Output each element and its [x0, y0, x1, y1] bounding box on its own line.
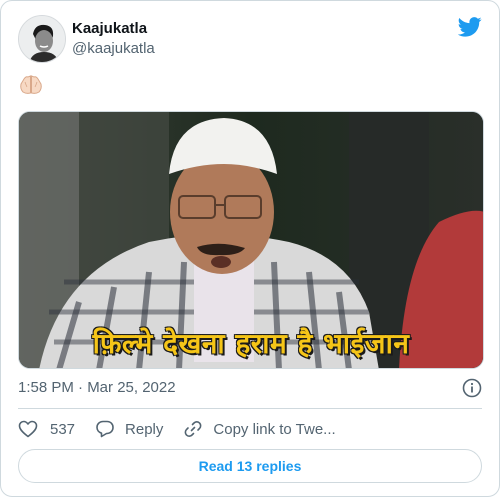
tweet-header: Kaajukatla @kaajukatla [18, 15, 482, 63]
link-icon [184, 421, 202, 437]
info-icon[interactable] [462, 378, 482, 398]
tweet-actions: 537 Reply Copy link to Twe... [18, 417, 482, 441]
reply-button[interactable]: Reply [95, 419, 163, 439]
meme-caption: फ़िल्मे देखना हराम है भाईजान [92, 327, 410, 360]
avatar[interactable] [18, 15, 66, 63]
author-name[interactable]: Kaajukatla [72, 20, 147, 37]
author-handle[interactable]: @kaajukatla [72, 40, 155, 57]
tweet-timestamp[interactable]: 1:58 PM · Mar 25, 2022 [18, 379, 176, 396]
heart-icon [18, 420, 38, 438]
reply-label: Reply [125, 420, 164, 438]
reply-bubble-icon [96, 420, 114, 438]
read-replies-button[interactable]: Read 13 replies [18, 449, 482, 483]
like-button[interactable]: 537 [18, 419, 75, 439]
divider [18, 408, 482, 409]
tweet-card: Kaajukatla @kaajukatla फ़िल्मे देखना हरा… [0, 0, 500, 497]
folded-hands-emoji-icon [20, 75, 42, 94]
copy-link-label: Copy link to Twe... [213, 420, 336, 438]
like-count: 537 [50, 420, 76, 438]
copy-link-button[interactable]: Copy link to Twe... [183, 419, 336, 439]
twitter-bird-icon[interactable] [458, 17, 482, 37]
tweet-media-image[interactable]: फ़िल्मे देखना हराम है भाईजान [18, 111, 484, 369]
